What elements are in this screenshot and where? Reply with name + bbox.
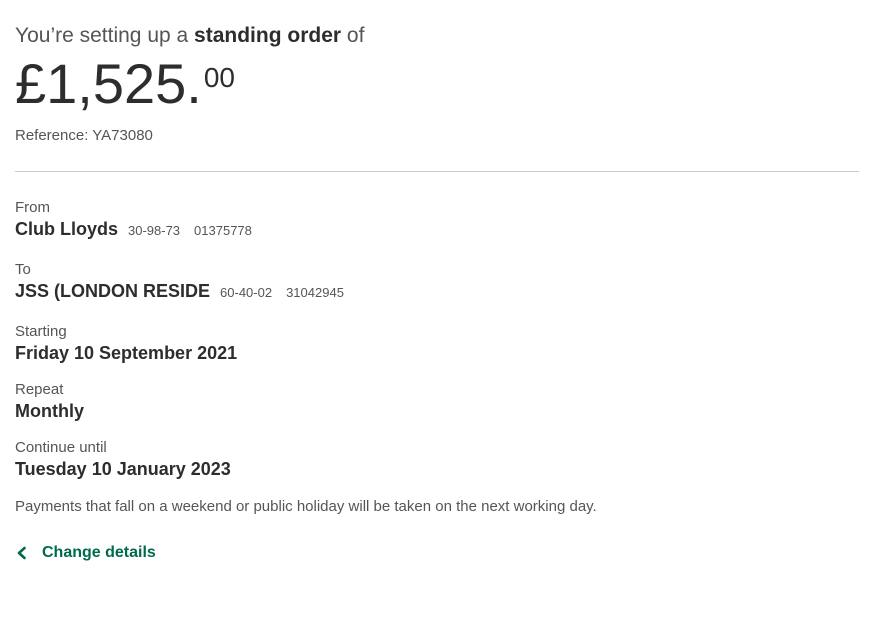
payment-amount: £1,525.00 <box>15 56 859 112</box>
chevron-left-icon <box>15 546 29 560</box>
divider <box>15 171 859 172</box>
to-account-number: 31042945 <box>286 285 344 300</box>
to-account: To JSS (LONDON RESIDE 60-40-02 31042945 <box>15 261 859 305</box>
amount-pence: 00 <box>203 62 235 93</box>
from-value: Club Lloyds 30-98-73 01375778 <box>15 217 859 243</box>
heading-prefix: You’re setting up a <box>15 24 189 47</box>
standing-order-summary: You’re setting up a standing order of £1… <box>15 0 859 565</box>
starting-date: Starting Friday 10 September 2021 <box>15 323 859 365</box>
summary-heading: You’re setting up a standing order of <box>15 22 859 50</box>
to-label: To <box>15 261 31 278</box>
repeat-frequency: Repeat Monthly <box>15 381 859 423</box>
from-account-number: 01375778 <box>194 223 252 238</box>
to-account-name: JSS (LONDON RESIDE <box>15 281 211 301</box>
continue-until-value: Tuesday 10 January 2023 <box>15 459 231 479</box>
starting-value: Friday 10 September 2021 <box>15 343 238 363</box>
repeat-value: Monthly <box>15 401 84 421</box>
continue-until: Continue until Tuesday 10 January 2023 <box>15 439 859 481</box>
from-account-name: Club Lloyds <box>15 219 118 239</box>
change-details-link[interactable]: Change details <box>15 543 156 563</box>
from-account: From Club Lloyds 30-98-73 01375778 <box>15 199 859 243</box>
from-label: From <box>15 199 50 216</box>
heading-emphasis: standing order <box>194 24 342 47</box>
payment-reference: Reference: YA73080 <box>15 127 153 144</box>
continue-until-label: Continue until <box>15 439 107 456</box>
change-details-label: Change details <box>42 544 156 561</box>
from-sort-code: 30-98-73 <box>128 223 181 238</box>
heading-suffix: of <box>346 24 365 47</box>
weekend-note: Payments that fall on a weekend or publi… <box>15 498 597 515</box>
amount-pounds: £1,525. <box>15 52 202 115</box>
starting-label: Starting <box>15 323 67 340</box>
repeat-label: Repeat <box>15 381 64 398</box>
to-value: JSS (LONDON RESIDE 60-40-02 31042945 <box>15 279 859 305</box>
to-sort-code: 60-40-02 <box>220 285 273 300</box>
